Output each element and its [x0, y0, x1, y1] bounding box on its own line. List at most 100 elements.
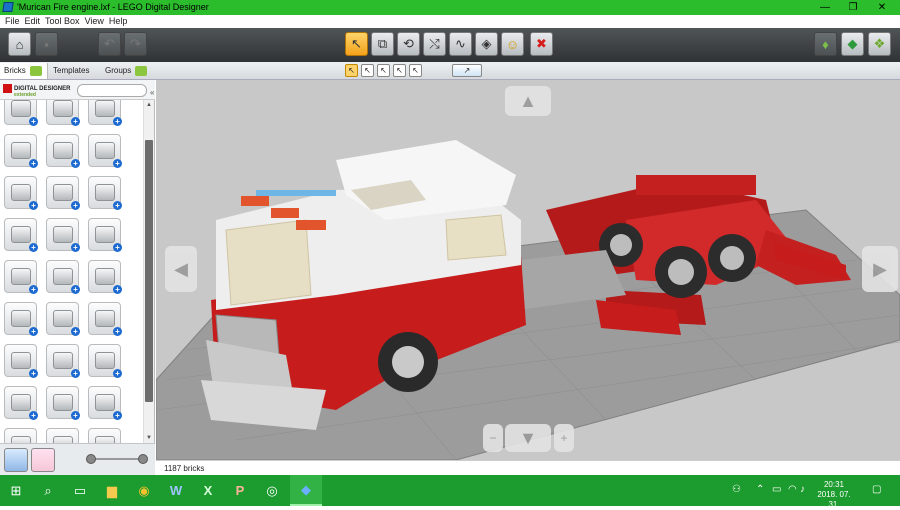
expand-icon[interactable]: +	[113, 285, 122, 294]
tab-templates[interactable]: Templates	[49, 63, 101, 92]
brick-tile[interactable]: +	[88, 428, 121, 443]
brick-tile[interactable]: +	[4, 134, 38, 168]
brick-tile[interactable]: +	[4, 260, 38, 294]
file-explorer-button[interactable]: ▆	[96, 475, 128, 506]
rotate-down-button[interactable]: ▼	[505, 424, 551, 452]
view-mode-button[interactable]: ◆	[841, 32, 864, 56]
brick-tile[interactable]: +	[4, 218, 38, 252]
app-button[interactable]: ◎	[256, 475, 288, 506]
brick-tile[interactable]: +	[88, 302, 122, 336]
expand-icon[interactable]: +	[71, 159, 80, 168]
expand-icon[interactable]: +	[29, 369, 38, 378]
brick-tile[interactable]: +	[88, 218, 122, 252]
brick-tile[interactable]: +	[88, 344, 122, 378]
brick-tile[interactable]: +	[4, 386, 38, 420]
brick-tile[interactable]: +	[46, 386, 80, 420]
instructions-mode-button[interactable]: ❖	[868, 32, 891, 56]
lego-designer-button[interactable]: ◆	[290, 475, 322, 506]
brick-tile[interactable]: +	[4, 302, 38, 336]
rotate-up-button[interactable]: ▲	[505, 86, 551, 116]
notification-icon[interactable]: ▢	[872, 484, 881, 495]
wifi-icon[interactable]: ◠	[788, 484, 797, 495]
expand-icon[interactable]: +	[113, 411, 122, 420]
expand-icon[interactable]: +	[29, 285, 38, 294]
menu-view[interactable]: View	[80, 15, 104, 26]
search-button[interactable]: ⌕	[32, 475, 64, 506]
brick-tile[interactable]: +	[46, 134, 80, 168]
tab-bricks[interactable]: Bricks	[0, 63, 48, 79]
menu-edit[interactable]: Edit	[20, 15, 41, 26]
select-single-button[interactable]: ↖	[345, 64, 358, 77]
select-tool-button[interactable]: ↖	[345, 32, 368, 56]
zoom-out-icon[interactable]	[86, 454, 96, 464]
add-model-button[interactable]	[4, 448, 28, 472]
zoom-in-view-button[interactable]: +	[554, 424, 574, 452]
word-button[interactable]: W	[160, 475, 192, 506]
redo-button[interactable]: ↷	[124, 32, 147, 56]
expand-icon[interactable]: +	[29, 411, 38, 420]
hinge-align-tool-button[interactable]: ⤭	[423, 32, 446, 56]
brick-tile[interactable]: +	[88, 176, 122, 210]
menu-help[interactable]: Help	[104, 15, 128, 26]
palette-scrollbar[interactable]: ▲ ▼	[143, 100, 154, 443]
clone-tool-button[interactable]: ⧉	[371, 32, 394, 56]
people-icon[interactable]: ⚇	[732, 484, 741, 495]
home-button[interactable]: ⌂	[8, 32, 31, 56]
delete-tool-button[interactable]: ✖	[530, 32, 553, 56]
expand-icon[interactable]: +	[71, 369, 80, 378]
menu-toolbox[interactable]: Tool Box	[40, 15, 80, 26]
camera-view-button[interactable]: ↗	[452, 64, 482, 77]
select-same-shape-button[interactable]: ↖	[393, 64, 406, 77]
collapse-panel-icon[interactable]: «	[150, 88, 154, 97]
brick-tile[interactable]: +	[4, 344, 38, 378]
paint-tool-button[interactable]: ◈	[475, 32, 498, 56]
3d-viewport[interactable]: ▲ ◀ ▶ ▼ − +	[156, 80, 900, 460]
rotate-right-button[interactable]: ▶	[862, 246, 898, 292]
expand-icon[interactable]: +	[29, 201, 38, 210]
expand-icon[interactable]: +	[71, 117, 80, 126]
undo-button[interactable]: ↶	[98, 32, 121, 56]
brick-tile[interactable]: +	[88, 100, 122, 126]
brick-tile[interactable]: +	[4, 176, 38, 210]
expand-icon[interactable]: +	[113, 201, 122, 210]
brick-tile[interactable]: +	[4, 428, 37, 443]
brick-tile[interactable]: +	[46, 218, 80, 252]
color-palette-button[interactable]	[31, 448, 55, 472]
select-invert-button[interactable]: ↖	[409, 64, 422, 77]
zoom-in-icon[interactable]	[138, 454, 148, 464]
brick-tile[interactable]: +	[4, 100, 38, 126]
brick-tile[interactable]: +	[88, 260, 122, 294]
task-view-button[interactable]: ▭	[64, 475, 96, 506]
decoration-tool-button[interactable]: ☺	[501, 32, 524, 56]
expand-icon[interactable]: +	[71, 327, 80, 336]
maximize-button[interactable]: ❐	[838, 0, 868, 15]
brick-tile[interactable]: +	[46, 428, 79, 443]
expand-icon[interactable]: +	[71, 411, 80, 420]
expand-icon[interactable]: +	[29, 117, 38, 126]
expand-icon[interactable]: +	[113, 369, 122, 378]
expand-icon[interactable]: +	[29, 327, 38, 336]
expand-icon[interactable]: +	[113, 327, 122, 336]
battery-icon[interactable]: ▭	[772, 484, 781, 495]
chrome-button[interactable]: ◉	[128, 475, 160, 506]
brick-tile[interactable]: +	[46, 344, 80, 378]
expand-icon[interactable]: +	[71, 201, 80, 210]
close-button[interactable]: ✕	[867, 0, 897, 15]
excel-button[interactable]: X	[192, 475, 224, 506]
brick-search-input[interactable]	[77, 84, 147, 97]
expand-icon[interactable]: +	[71, 285, 80, 294]
expand-icon[interactable]: +	[71, 243, 80, 252]
volume-icon[interactable]: ♪	[800, 484, 805, 495]
brick-tile[interactable]: +	[88, 134, 122, 168]
tab-groups[interactable]: Groups	[101, 63, 153, 79]
select-connected-button[interactable]: ↖	[361, 64, 374, 77]
expand-icon[interactable]: +	[29, 243, 38, 252]
palette-zoom-slider[interactable]	[86, 454, 148, 464]
scrollbar-thumb[interactable]	[145, 140, 153, 402]
expand-icon[interactable]: +	[113, 243, 122, 252]
menu-file[interactable]: File	[0, 15, 20, 26]
rotate-left-button[interactable]: ◀	[165, 246, 197, 292]
start-button[interactable]: ⊞	[0, 475, 32, 506]
flex-tool-button[interactable]: ∿	[449, 32, 472, 56]
hinge-tool-button[interactable]: ⟲	[397, 32, 420, 56]
